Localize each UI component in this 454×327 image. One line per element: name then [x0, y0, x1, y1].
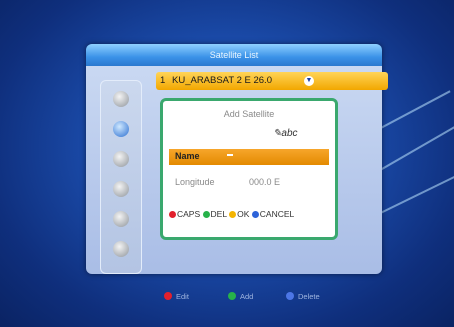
delete-label: Delete [298, 292, 320, 301]
menu-icon-column [100, 80, 142, 274]
edit-label: Edit [176, 292, 189, 301]
add-label: Add [240, 292, 254, 301]
edit-hint[interactable]: Edit [164, 292, 189, 301]
add-hint[interactable]: Add [228, 292, 253, 301]
dialog-key-hints: CAPS DEL OK CANCEL [169, 209, 333, 219]
globe-icon[interactable] [113, 151, 129, 167]
red-dot-icon [169, 211, 176, 218]
chevron-down-icon[interactable]: ▼ [304, 76, 314, 86]
caps-key-label: CAPS [177, 209, 201, 219]
name-label: Name [175, 151, 200, 161]
satellite-dish-icon[interactable] [113, 121, 129, 137]
red-button-icon [164, 292, 172, 300]
blue-dot-icon [251, 211, 259, 218]
del-key-hint[interactable]: DEL [202, 209, 227, 219]
dialog-title: Add Satellite [223, 109, 275, 119]
tools-icon[interactable] [113, 211, 129, 227]
caps-key-hint[interactable]: CAPS [169, 209, 200, 219]
cancel-key-label: CANCEL [259, 209, 295, 219]
input-mode-label: abc [281, 128, 298, 139]
name-field[interactable]: Name [169, 149, 329, 165]
ok-key-label: OK [237, 209, 250, 219]
del-key-label: DEL [210, 209, 227, 219]
delete-hint[interactable]: Delete [286, 292, 320, 301]
cancel-key-hint[interactable]: CANCEL [251, 209, 295, 219]
green-button-icon [228, 292, 236, 300]
satellite-name: KU_ARABSAT 2 E 26.0 [172, 75, 272, 86]
blue-button-icon [286, 292, 294, 300]
satellite-selector[interactable]: 1 KU_ARABSAT 2 E 26.0 ▼ [156, 72, 388, 90]
satellite-index: 1 [160, 75, 166, 86]
text-cursor [227, 154, 233, 156]
input-mode-indicator: ✎abc [273, 128, 298, 139]
window-title: Satellite List [86, 44, 382, 66]
lock-icon[interactable] [113, 181, 129, 197]
ok-key-hint[interactable]: OK [229, 209, 249, 219]
settings-icon[interactable] [113, 241, 129, 257]
longitude-value[interactable]: 000.0 E [249, 177, 280, 187]
yellow-dot-icon [229, 211, 237, 218]
add-satellite-dialog: Add Satellite ✎abc Name Longitude 000.0 … [160, 98, 338, 240]
footer-hints: Edit Add Delete [0, 290, 454, 306]
green-dot-icon [202, 211, 210, 218]
tv-icon[interactable] [113, 91, 129, 107]
longitude-label: Longitude [175, 177, 215, 187]
